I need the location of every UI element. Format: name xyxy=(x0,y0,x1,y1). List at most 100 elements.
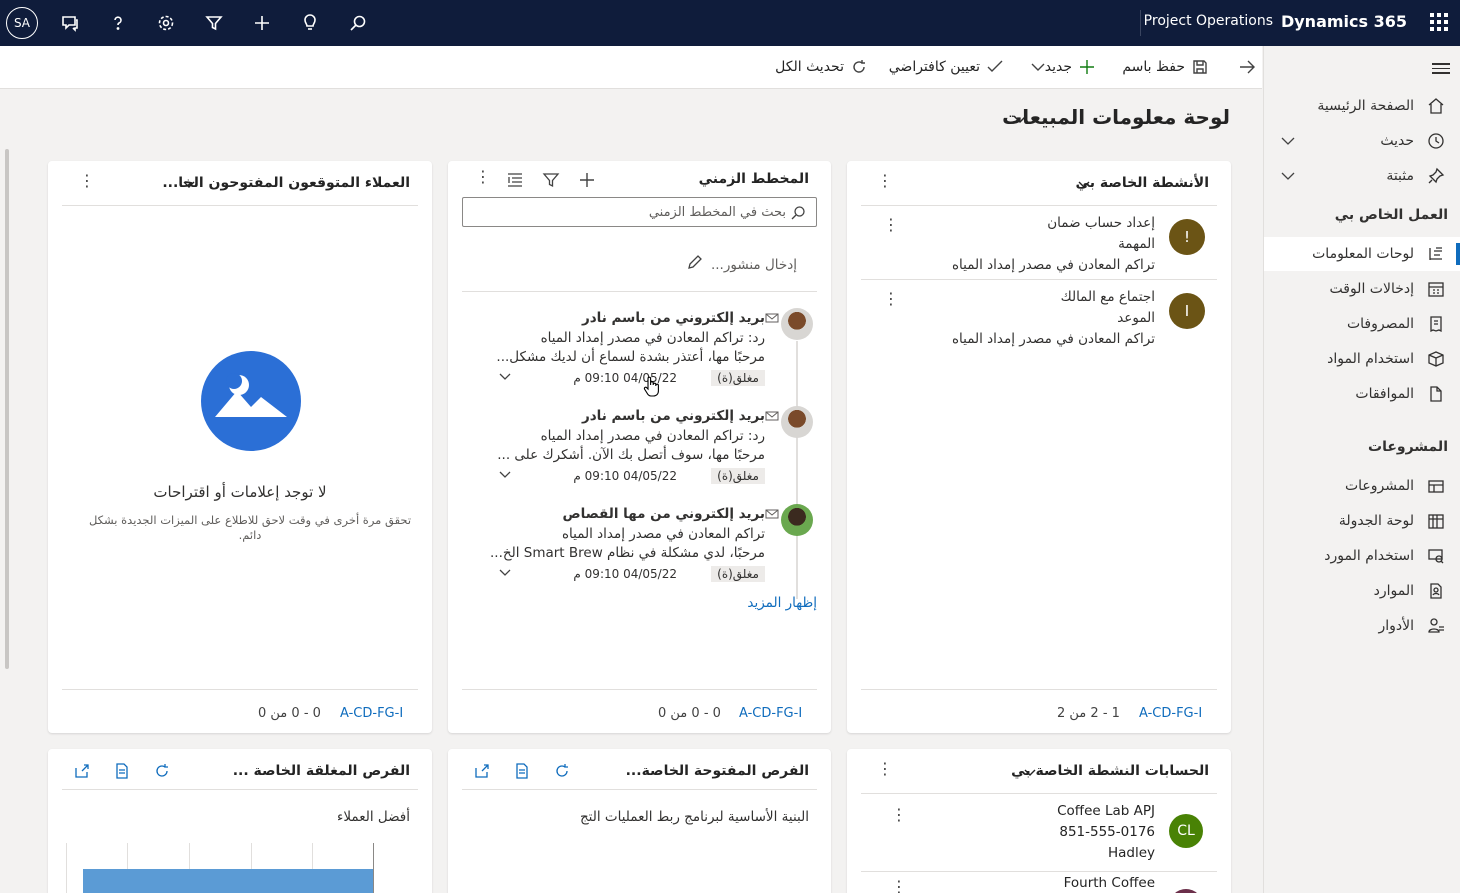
sidebar-item-recent[interactable]: حديث xyxy=(1264,124,1460,158)
chevron-down-icon[interactable] xyxy=(498,468,512,482)
record-count: 0 - 0 من 0 xyxy=(258,706,321,721)
sidebar-item-time-entries[interactable]: إدخالات الوقت xyxy=(1264,272,1460,306)
timeline-item[interactable]: بريد إلكتروني من باسم نادر رد: تراكم الم… xyxy=(462,406,817,500)
document-icon xyxy=(1426,384,1446,404)
more-options-icon[interactable]: ⋮ xyxy=(891,805,907,824)
more-options-icon[interactable]: ⋮ xyxy=(891,877,907,893)
lightbulb-icon[interactable] xyxy=(298,11,322,35)
list-item[interactable]: Coffee Lab APJ 851-555-0176 Hadley xyxy=(1057,801,1155,864)
vertical-scrollbar[interactable] xyxy=(5,149,9,669)
box-icon xyxy=(1426,349,1446,369)
list-item[interactable]: I اجتماع مع المالك الموعد تراكم المعادن … xyxy=(861,279,1217,353)
view-records-icon[interactable] xyxy=(114,763,130,779)
view-records-icon[interactable] xyxy=(514,763,530,779)
more-options-icon[interactable]: ⋮ xyxy=(475,167,491,186)
sidebar-item-home[interactable]: الصفحة الرئيسية xyxy=(1264,89,1460,123)
save-icon xyxy=(1193,60,1207,74)
account-avatar: CL xyxy=(1169,814,1203,848)
activity-subject[interactable]: اجتماع مع المالك xyxy=(1061,289,1155,305)
refresh-icon[interactable] xyxy=(154,763,170,779)
sidebar-item-expenses[interactable]: المصروفات xyxy=(1264,307,1460,341)
sidebar-item-roles[interactable]: الأدوار xyxy=(1264,609,1460,643)
show-more-link[interactable]: إظهار المزيد xyxy=(747,595,817,611)
chevron-down-icon[interactable] xyxy=(1012,111,1028,127)
refresh-all-button[interactable]: تحديث الكل xyxy=(775,58,868,76)
back-arrow-icon[interactable] xyxy=(1232,58,1256,76)
card-title[interactable]: العملاء المتوقعون المفتوحون الخا... xyxy=(162,175,410,191)
open-leads-card: العملاء المتوقعون المفتوحون الخا... ⋮ لا… xyxy=(48,161,432,733)
filter-icon[interactable] xyxy=(202,11,226,35)
hamburger-menu-icon[interactable] xyxy=(1432,60,1450,77)
chevron-down-icon[interactable] xyxy=(1280,168,1296,184)
set-as-default-button[interactable]: تعيين كافتراضي xyxy=(889,58,1004,76)
brand-name[interactable]: Dynamics 365 xyxy=(1281,12,1407,31)
sidebar-item-schedule-board[interactable]: لوحة الجدولة xyxy=(1264,504,1460,538)
app-name[interactable]: Project Operations xyxy=(1144,13,1273,29)
sidebar-item-resources[interactable]: الموارد xyxy=(1264,574,1460,608)
settings-gear-icon[interactable] xyxy=(154,11,178,35)
card-title[interactable]: الأنشطة الخاصة بي xyxy=(1076,175,1209,191)
timeline-item-date: 04/05/22 09:10 م xyxy=(573,371,677,385)
more-options-icon[interactable]: ⋮ xyxy=(883,289,899,308)
search-icon[interactable] xyxy=(346,11,370,35)
chat-icon[interactable] xyxy=(58,11,82,35)
sidebar-item-pinned[interactable]: مثبتة xyxy=(1264,159,1460,193)
app-launcher-icon[interactable] xyxy=(1430,13,1448,31)
record-count: 0 - 0 من 0 xyxy=(658,706,721,721)
new-dropdown-chevron-icon[interactable] xyxy=(1023,58,1047,76)
user-avatar[interactable]: SA xyxy=(6,7,38,39)
letter-filter-link[interactable]: A-CD-FG-I xyxy=(1139,706,1202,721)
chevron-down-icon[interactable] xyxy=(1280,133,1296,149)
activity-regarding: تراكم المعادن في مصدر إمداد المياه xyxy=(951,257,1155,273)
sidebar-item-material-usage[interactable]: استخدام المواد xyxy=(1264,342,1460,376)
plus-icon[interactable] xyxy=(578,171,596,189)
account-city: Hadley xyxy=(1107,845,1155,861)
timeline-search-input[interactable]: بحث في المخطط الزمني xyxy=(462,197,817,227)
save-as-button[interactable]: حفظ باسم xyxy=(1122,58,1209,76)
more-options-icon[interactable]: ⋮ xyxy=(883,215,899,234)
resource-icon xyxy=(1426,546,1446,566)
chevron-down-icon[interactable] xyxy=(498,566,512,580)
sidebar-item-projects[interactable]: المشروعات xyxy=(1264,469,1460,503)
page-title[interactable]: لوحة معلومات المبيعات xyxy=(1002,105,1230,129)
more-options-icon[interactable]: ⋮ xyxy=(877,759,893,778)
pencil-icon[interactable] xyxy=(686,253,704,271)
letter-filter-link[interactable]: A-CD-FG-I xyxy=(739,706,802,721)
refresh-icon[interactable] xyxy=(554,763,570,779)
help-icon[interactable] xyxy=(106,11,130,35)
activity-subject[interactable]: إعداد حساب ضمان xyxy=(1047,215,1155,231)
filter-icon[interactable] xyxy=(542,171,560,189)
hand-cursor-icon xyxy=(643,376,659,397)
sidebar-item-approvals[interactable]: الموافقات xyxy=(1264,377,1460,411)
new-button[interactable]: جديد xyxy=(1045,58,1096,76)
expand-icon[interactable] xyxy=(474,763,490,779)
record-count: 1 - 2 من 2 xyxy=(1057,706,1120,721)
more-options-icon[interactable]: ⋮ xyxy=(79,171,95,190)
chevron-down-icon[interactable] xyxy=(1023,766,1037,780)
sort-list-icon[interactable] xyxy=(506,171,524,189)
chevron-down-icon[interactable] xyxy=(182,178,196,192)
chevron-down-icon[interactable] xyxy=(498,370,512,384)
more-options-icon[interactable]: ⋮ xyxy=(877,171,893,190)
divider xyxy=(62,689,418,690)
chevron-down-icon[interactable] xyxy=(1077,178,1091,192)
top-navigation-bar: SA Project Operations Dynamics 365 xyxy=(0,0,1460,46)
clock-icon xyxy=(1426,131,1446,151)
plus-icon[interactable] xyxy=(250,11,274,35)
chart-bar[interactable] xyxy=(83,869,373,893)
sidebar-item-resource-utilization[interactable]: استخدام المورد xyxy=(1264,539,1460,573)
sidebar-item-dashboards[interactable]: لوحات المعلومات xyxy=(1264,237,1460,271)
account-name[interactable]: Coffee Lab APJ xyxy=(1057,801,1155,822)
card-title[interactable]: الحسابات النشطة الخاصة بي xyxy=(1011,763,1209,779)
timeline-item[interactable]: بريد إلكتروني من مها القصاص تراكم المعاد… xyxy=(462,504,817,598)
pin-icon xyxy=(1426,166,1446,186)
divider xyxy=(462,291,817,292)
open-opportunities-card: الفرص المفتوحة الخاصة... البنية الأساسية… xyxy=(448,749,831,893)
post-input[interactable]: إدخال منشور... xyxy=(711,257,797,273)
list-item[interactable]: ! إعداد حساب ضمان المهمة تراكم المعادن ف… xyxy=(861,205,1217,279)
expand-icon[interactable] xyxy=(74,763,90,779)
timeline-item[interactable]: بريد إلكتروني من باسم نادر رد: تراكم الم… xyxy=(462,308,817,402)
empty-state-title: لا توجد إعلامات أو اقتراحات xyxy=(153,483,327,501)
letter-filter-link[interactable]: A-CD-FG-I xyxy=(340,706,403,721)
account-name[interactable]: Fourth Coffee xyxy=(1064,875,1155,891)
